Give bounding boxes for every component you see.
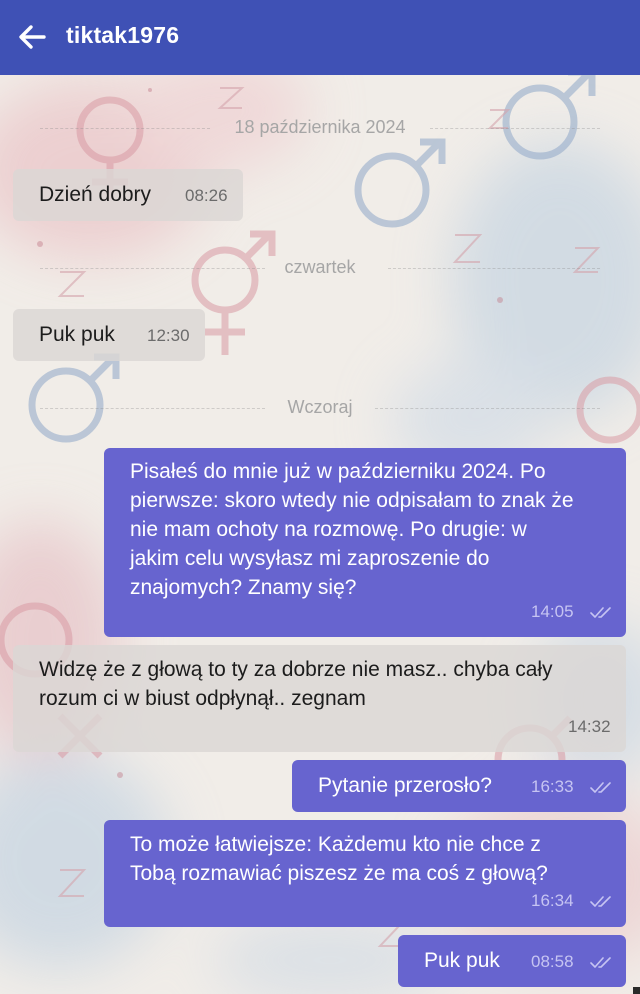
date-separator: Wczoraj [0, 395, 640, 421]
incoming-message-bubble[interactable]: Widzę że z głową to ty za dobrze nie mas… [13, 645, 626, 752]
message-time: 14:05 [531, 602, 574, 621]
outgoing-message-bubble[interactable]: Pytanie przerosło? 16:33 [292, 760, 626, 812]
message-line: jakim celu wysyłasz mi zaproszenie do [130, 547, 490, 570]
message-line: To może łatwiejsze: Każdemu kto nie chce… [130, 833, 541, 856]
message-line: Pisałeś do mnie już w październiku 2024.… [130, 460, 546, 483]
message-line: znajomych? Znamy się? [130, 576, 357, 599]
incoming-message-bubble[interactable]: Puk puk 12:30 [13, 309, 205, 361]
outgoing-message-bubble[interactable]: To może łatwiejsze: Każdemu kto nie chce… [104, 820, 626, 927]
app-bar: tiktak1976 [0, 0, 640, 75]
date-separator: 18 października 2024 [0, 115, 640, 141]
chat-title: tiktak1976 [66, 22, 180, 48]
double-check-icon [590, 957, 611, 968]
outgoing-message-bubble[interactable]: Pisałeś do mnie już w październiku 2024.… [104, 448, 626, 637]
message-time: 12:30 [147, 326, 190, 345]
message-text: To może łatwiejsze: Każdemu kto nie chce… [130, 830, 548, 888]
message-time: 16:33 [531, 777, 574, 796]
message-text: Pytanie przerosło? [318, 774, 492, 797]
message-text: Widzę że z głową to ty za dobrze nie mas… [39, 655, 553, 713]
message-line: Widzę że z głową to ty za dobrze nie mas… [39, 658, 553, 681]
message-time: 14:32 [568, 717, 611, 736]
double-check-icon [590, 896, 611, 907]
message-list[interactable]: 18 października 2024 Dzień dobry 08:26 c… [0, 75, 640, 994]
date-separator: czwartek [0, 255, 640, 281]
message-text: Pisałeś do mnie już w październiku 2024.… [130, 457, 574, 602]
message-text: Puk puk [39, 323, 115, 346]
message-line: rozum ci w biust odpłynął.. zegnam [39, 687, 366, 710]
scrollbar-corner [633, 987, 640, 994]
message-time: 16:34 [531, 891, 574, 910]
message-line: Tobą rozmawiać piszesz że ma coś z głową… [130, 862, 548, 885]
double-check-icon [590, 607, 611, 618]
message-line: pierwsze: skoro wtedy nie odpisałam to z… [130, 489, 574, 512]
incoming-message-bubble[interactable]: Dzień dobry 08:26 [13, 169, 243, 221]
arrow-left-icon [19, 25, 46, 49]
message-time: 08:26 [185, 186, 228, 205]
message-text: Puk puk [424, 949, 500, 972]
back-button[interactable] [12, 16, 54, 58]
message-line: nie mam ochoty na rozmowę. Po drugie: w [130, 518, 527, 541]
message-time: 08:58 [531, 952, 574, 971]
outgoing-message-bubble[interactable]: Puk puk 08:58 [398, 935, 626, 987]
double-check-icon [590, 782, 611, 793]
message-text: Dzień dobry [39, 183, 152, 206]
